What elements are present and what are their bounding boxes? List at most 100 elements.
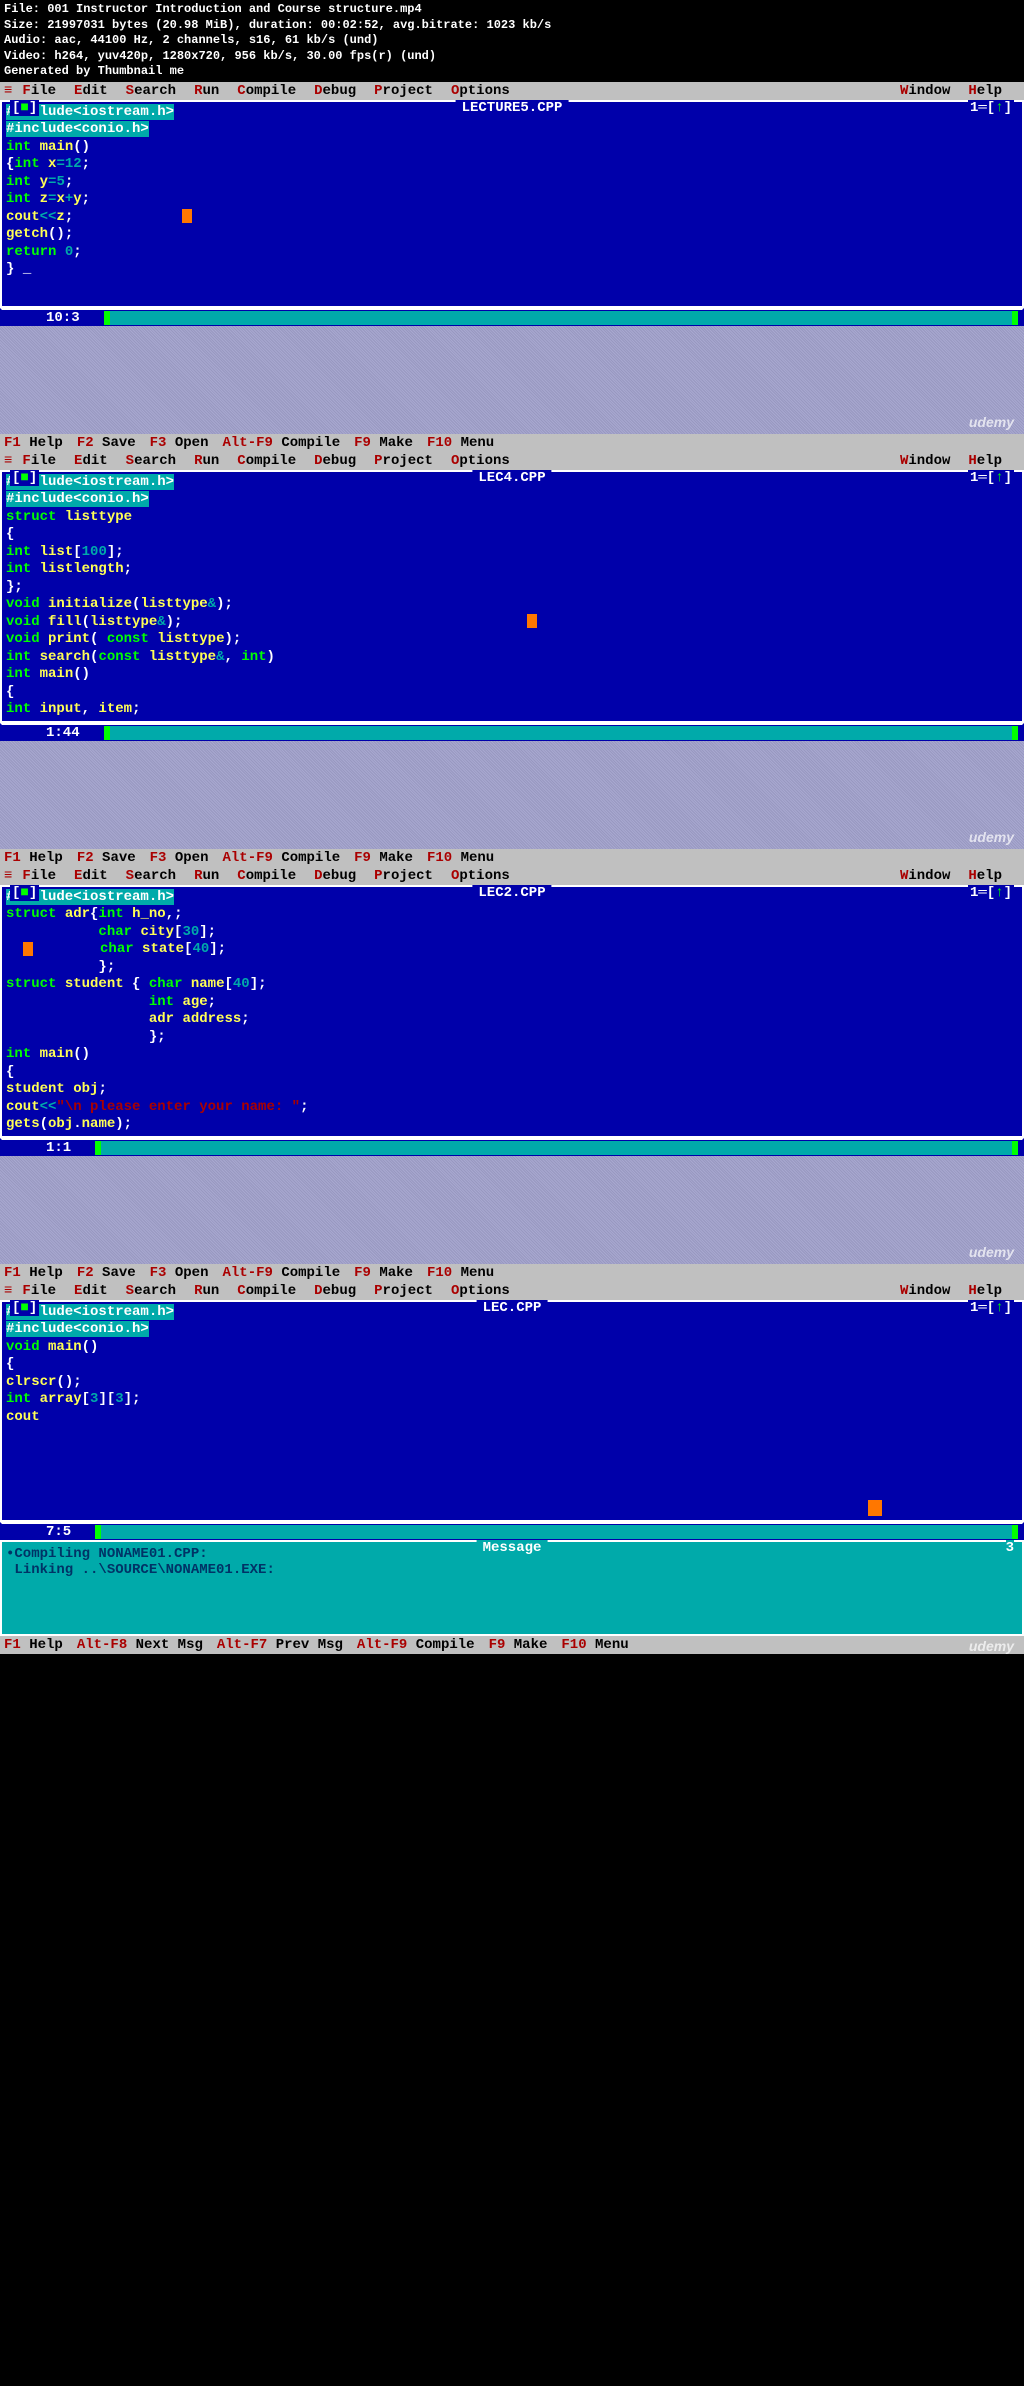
editor-window[interactable]: [■] LEC4.CPP 1═[↑] #include<iostream.h> … (0, 470, 1024, 723)
menu-debug[interactable]: Debug (314, 453, 356, 469)
message-window[interactable]: Message 3 •Compiling NONAME01.CPP: Linki… (0, 1540, 1024, 1636)
fkey-save[interactable]: F2 Save (77, 435, 136, 451)
fkey-make[interactable]: F9 Make (354, 1265, 413, 1281)
menu-help[interactable]: Help (968, 868, 1002, 884)
cursor-position: 10:3 (46, 310, 80, 326)
system-menu-icon[interactable]: ≡ (4, 1283, 12, 1299)
menu-options[interactable]: Options (451, 1283, 510, 1299)
desktop-area: udemy (0, 1156, 1024, 1264)
menu-file[interactable]: File (22, 868, 56, 884)
menu-search[interactable]: Search (126, 83, 176, 99)
editor-title: LEC2.CPP (472, 885, 551, 901)
menu-bar: ≡ File Edit Search Run Compile Debug Pro… (0, 452, 1024, 470)
menu-file[interactable]: File (22, 83, 56, 99)
fkey-make[interactable]: F9 Make (489, 1637, 548, 1653)
fkey-prev-msg[interactable]: Alt-F7 Prev Msg (217, 1637, 343, 1653)
code-line: int search(const listtype&, int) (6, 649, 1018, 667)
fkey-compile[interactable]: Alt-F9 Compile (222, 1265, 340, 1281)
menu-debug[interactable]: Debug (314, 83, 356, 99)
menu-debug[interactable]: Debug (314, 868, 356, 884)
menu-options[interactable]: Options (451, 868, 510, 884)
window-close-icon[interactable]: [■] (10, 1300, 39, 1316)
menu-run[interactable]: Run (194, 83, 219, 99)
menu-edit[interactable]: Edit (74, 1283, 108, 1299)
menu-bar: ≡ File Edit Search Run Compile Debug Pro… (0, 867, 1024, 885)
menu-file[interactable]: File (22, 453, 56, 469)
window-number[interactable]: 1═[↑] (968, 885, 1014, 901)
horizontal-scrollbar[interactable] (104, 726, 1018, 740)
menu-project[interactable]: Project (374, 83, 433, 99)
menu-window[interactable]: Window (900, 83, 950, 99)
system-menu-icon[interactable]: ≡ (4, 868, 12, 884)
menu-project[interactable]: Project (374, 453, 433, 469)
horizontal-scrollbar[interactable] (95, 1141, 1018, 1155)
fkey-help[interactable]: F1 Help (4, 1637, 63, 1653)
menu-options[interactable]: Options (451, 83, 510, 99)
fkey-help[interactable]: F1 Help (4, 435, 63, 451)
fkey-next-msg[interactable]: Alt-F8 Next Msg (77, 1637, 203, 1653)
fkey-help[interactable]: F1 Help (4, 1265, 63, 1281)
header-file-info: File: 001 Instructor Introduction and Co… (0, 0, 1024, 82)
menu-help[interactable]: Help (968, 83, 1002, 99)
editor-window[interactable]: [■] LECTURE5.CPP 1═[↑] #include<iostream… (0, 100, 1024, 308)
fkey-open[interactable]: F3 Open (150, 850, 209, 866)
fkey-menu[interactable]: F10 Menu (427, 850, 494, 866)
fkey-menu[interactable]: F10 Menu (427, 435, 494, 451)
fkey-save[interactable]: F2 Save (77, 850, 136, 866)
fkey-open[interactable]: F3 Open (150, 1265, 209, 1281)
editor-window[interactable]: [■] LEC.CPP 1═[↑] #include<iostream.h> #… (0, 1300, 1024, 1522)
menu-help[interactable]: Help (968, 1283, 1002, 1299)
window-close-icon[interactable]: [■] (10, 470, 39, 486)
function-key-bar: F1 Help F2 Save F3 Open Alt-F9 Compile F… (0, 434, 1024, 452)
menu-help[interactable]: Help (968, 453, 1002, 469)
menu-run[interactable]: Run (194, 868, 219, 884)
menu-window[interactable]: Window (900, 868, 950, 884)
fkey-menu[interactable]: F10 Menu (427, 1265, 494, 1281)
menu-search[interactable]: Search (126, 453, 176, 469)
editor-window[interactable]: [■] LEC2.CPP 1═[↑] #include<iostream.h> … (0, 885, 1024, 1138)
file-value: 001 Instructor Introduction and Course s… (47, 2, 421, 16)
menu-compile[interactable]: Compile (237, 83, 296, 99)
menu-run[interactable]: Run (194, 1283, 219, 1299)
menu-edit[interactable]: Edit (74, 83, 108, 99)
menu-edit[interactable]: Edit (74, 868, 108, 884)
system-menu-icon[interactable]: ≡ (4, 83, 12, 99)
menu-debug[interactable]: Debug (314, 1283, 356, 1299)
menu-compile[interactable]: Compile (237, 453, 296, 469)
code-line: { (6, 1356, 1018, 1374)
fkey-compile[interactable]: Alt-F9 Compile (357, 1637, 475, 1653)
menu-compile[interactable]: Compile (237, 1283, 296, 1299)
window-close-icon[interactable]: [■] (10, 885, 39, 901)
menu-window[interactable]: Window (900, 453, 950, 469)
menu-window[interactable]: Window (900, 1283, 950, 1299)
fkey-make[interactable]: F9 Make (354, 850, 413, 866)
menu-search[interactable]: Search (126, 1283, 176, 1299)
menu-file[interactable]: File (22, 1283, 56, 1299)
fkey-compile[interactable]: Alt-F9 Compile (222, 435, 340, 451)
window-number[interactable]: 1═[↑] (968, 470, 1014, 486)
code-line: #include<conio.h> (6, 121, 1018, 139)
window-number[interactable]: 1═[↑] (968, 100, 1014, 116)
menu-project[interactable]: Project (374, 868, 433, 884)
fkey-save[interactable]: F2 Save (77, 1265, 136, 1281)
fkey-menu[interactable]: F10 Menu (561, 1637, 628, 1653)
system-menu-icon[interactable]: ≡ (4, 453, 12, 469)
fkey-compile[interactable]: Alt-F9 Compile (222, 850, 340, 866)
menu-bar: ≡ File Edit Search Run Compile Debug Pro… (0, 82, 1024, 100)
code-line: int array[3][3]; (6, 1391, 1018, 1409)
menu-compile[interactable]: Compile (237, 868, 296, 884)
fkey-help[interactable]: F1 Help (4, 850, 63, 866)
fkey-make[interactable]: F9 Make (354, 435, 413, 451)
code-line: student obj; (6, 1081, 1018, 1099)
menu-run[interactable]: Run (194, 453, 219, 469)
menu-project[interactable]: Project (374, 1283, 433, 1299)
menu-search[interactable]: Search (126, 868, 176, 884)
window-number[interactable]: 1═[↑] (968, 1300, 1014, 1316)
fkey-open[interactable]: F3 Open (150, 435, 209, 451)
code-line: char city[30]; (6, 924, 1018, 942)
window-close-icon[interactable]: [■] (10, 100, 39, 116)
menu-edit[interactable]: Edit (74, 453, 108, 469)
menu-options[interactable]: Options (451, 453, 510, 469)
horizontal-scrollbar[interactable] (95, 1525, 1018, 1539)
horizontal-scrollbar[interactable] (104, 311, 1018, 325)
